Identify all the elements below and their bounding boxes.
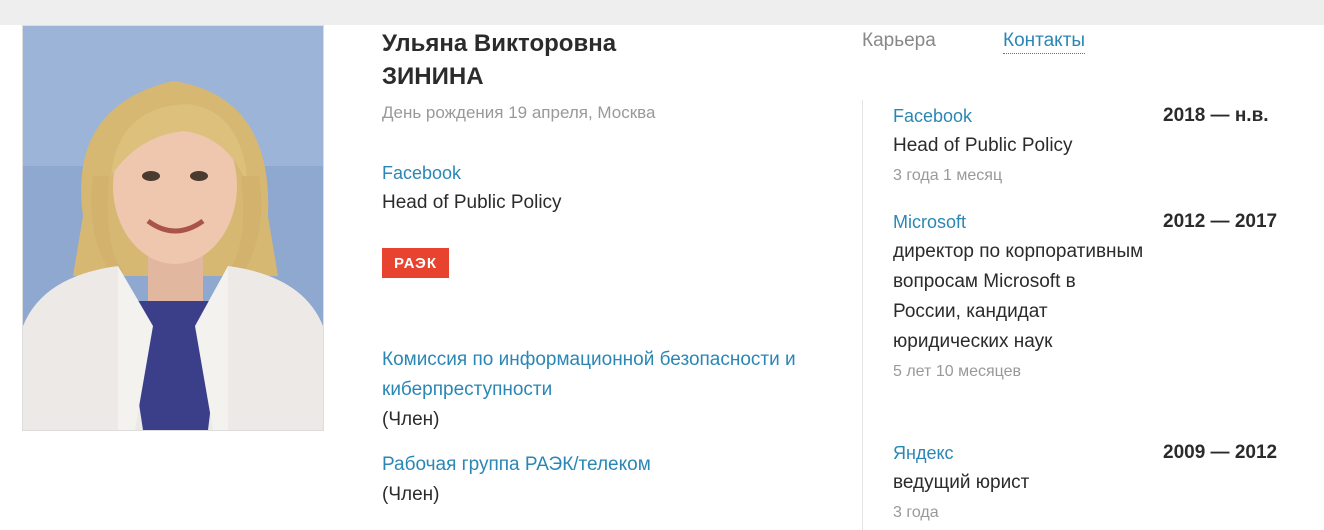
tab-career[interactable]: Карьера: [862, 29, 936, 53]
birthday-text: День рождения 19 апреля, Москва: [382, 103, 656, 122]
career-item: Яндекс ведущий юрист 3 года 2009 — 2012: [893, 438, 1313, 528]
membership-item: Рабочая группа РАЭК/телеком (Член): [382, 450, 832, 510]
career-period: 2009 — 2012: [1163, 442, 1278, 463]
career-period: 2018 — н.в.: [1163, 105, 1269, 126]
membership-link[interactable]: Рабочая группа РАЭК/телеком: [382, 450, 832, 480]
career-company-link[interactable]: Яндекс: [893, 438, 1153, 468]
career-divider: [862, 100, 863, 530]
career-item: Microsoft директор по корпоративным вопр…: [893, 207, 1313, 387]
career-duration: 5 лет 10 месяцев: [893, 363, 1022, 380]
career-company-link[interactable]: Facebook: [893, 101, 1153, 131]
membership-link[interactable]: Комиссия по информационной безопасности …: [382, 345, 832, 405]
top-bar: [0, 0, 1324, 25]
career-duration: 3 года: [893, 504, 939, 521]
tab-contacts[interactable]: Контакты: [1003, 29, 1086, 54]
career-company-link[interactable]: Microsoft: [893, 207, 1153, 237]
membership-item: Комиссия по информационной безопасности …: [382, 345, 832, 435]
raek-badge-label: РАЭК: [394, 254, 437, 272]
career-duration: 3 года 1 месяц: [893, 167, 1003, 184]
career-item: Facebook Head of Public Policy 3 года 1 …: [893, 101, 1313, 191]
person-last-name: ЗИНИНА: [382, 63, 484, 90]
person-name: Ульяна Викторовна ЗИНИНА: [382, 27, 782, 93]
raek-logo-badge[interactable]: РАЭК: [382, 248, 449, 278]
career-period: 2012 — 2017: [1163, 211, 1278, 232]
current-company-link[interactable]: Facebook: [382, 162, 461, 184]
membership-role: (Член): [382, 484, 440, 505]
membership-role: (Член): [382, 409, 440, 430]
career-position: директор по корпоративным вопросам Micro…: [893, 241, 1144, 352]
career-position: ведущий юрист: [893, 472, 1030, 493]
person-first-names: Ульяна Викторовна: [382, 30, 617, 57]
profile-photo: [22, 25, 324, 431]
current-position: Head of Public Policy: [382, 192, 562, 213]
career-position: Head of Public Policy: [893, 135, 1073, 156]
